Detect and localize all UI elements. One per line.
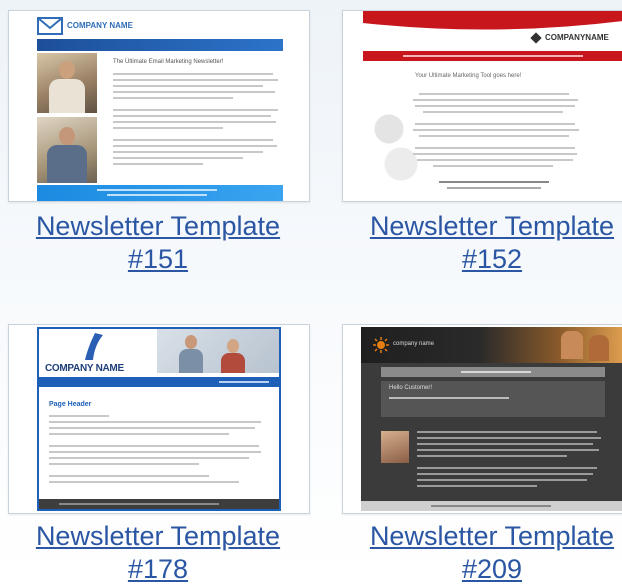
brand-name: COMPANY NAME (67, 21, 133, 30)
template-card-209[interactable]: company name Hello Customer! Newsletter … (342, 324, 622, 584)
brand-name: COMPANY NAME (45, 363, 124, 374)
photo-man-1 (37, 53, 97, 113)
brand-header: COMPANY NAME (39, 329, 279, 375)
photo-team (157, 329, 279, 373)
template-frame: COMPANY NAME Page Header (37, 327, 281, 511)
brand-header: COMPANY NAME (37, 15, 237, 41)
gear-watermark (365, 89, 425, 189)
template-link-151[interactable]: Newsletter Template #151 (8, 210, 308, 276)
footer-bar (39, 499, 279, 509)
nav-bar (37, 39, 283, 51)
envelope-icon (37, 17, 63, 35)
template-thumbnail-209[interactable]: company name Hello Customer! (342, 324, 622, 514)
photo-man-2 (37, 117, 97, 183)
template-title[interactable]: Newsletter Template (8, 520, 308, 553)
template-number[interactable]: #152 (342, 243, 622, 276)
template-card-178[interactable]: COMPANY NAME Page Header Newsletter Temp… (8, 324, 310, 584)
template-number[interactable]: #209 (342, 553, 622, 586)
headline: Your Ultimate Marketing Tool goes here! (415, 73, 522, 79)
template-thumbnail-152[interactable]: COMPANYNAME Your Ultimate Marketing Tool… (342, 10, 622, 202)
headline: The Ultimate Email Marketing Newsletter! (113, 59, 224, 65)
photo-people (561, 331, 583, 359)
greeting-box: Hello Customer! (381, 381, 605, 417)
template-frame: company name Hello Customer! (361, 327, 622, 511)
template-link-152[interactable]: Newsletter Template #152 (342, 210, 622, 276)
brand-header: company name (361, 327, 622, 363)
template-number[interactable]: #178 (8, 553, 308, 586)
template-title[interactable]: Newsletter Template (8, 210, 308, 243)
brand-logo-icon (85, 333, 103, 360)
nav-bar (363, 51, 622, 61)
red-header: COMPANYNAME (343, 11, 622, 51)
template-link-209[interactable]: Newsletter Template #209 (342, 520, 622, 586)
template-thumbnail-151[interactable]: COMPANY NAME The Ultimate Email Marketin… (8, 10, 310, 202)
sun-logo-icon (373, 337, 389, 353)
greeting: Hello Customer! (389, 385, 433, 391)
brand-name: company name (393, 341, 435, 347)
template-link-178[interactable]: Newsletter Template #178 (8, 520, 308, 586)
template-card-152[interactable]: COMPANYNAME Your Ultimate Marketing Tool… (342, 10, 622, 280)
template-title[interactable]: Newsletter Template (342, 520, 622, 553)
footer-bar (37, 185, 283, 201)
template-card-151[interactable]: COMPANY NAME The Ultimate Email Marketin… (8, 10, 310, 280)
template-title[interactable]: Newsletter Template (342, 210, 622, 243)
nav-bar (39, 377, 279, 387)
logo-mark-icon (530, 32, 542, 44)
template-thumbnail-178[interactable]: COMPANY NAME Page Header (8, 324, 310, 514)
footer-bar (361, 501, 622, 511)
page-heading: Page Header (49, 401, 92, 408)
nav-bar (381, 367, 605, 377)
brand-name: COMPANYNAME (545, 33, 609, 42)
photo-man (381, 431, 409, 463)
template-number[interactable]: #151 (8, 243, 308, 276)
